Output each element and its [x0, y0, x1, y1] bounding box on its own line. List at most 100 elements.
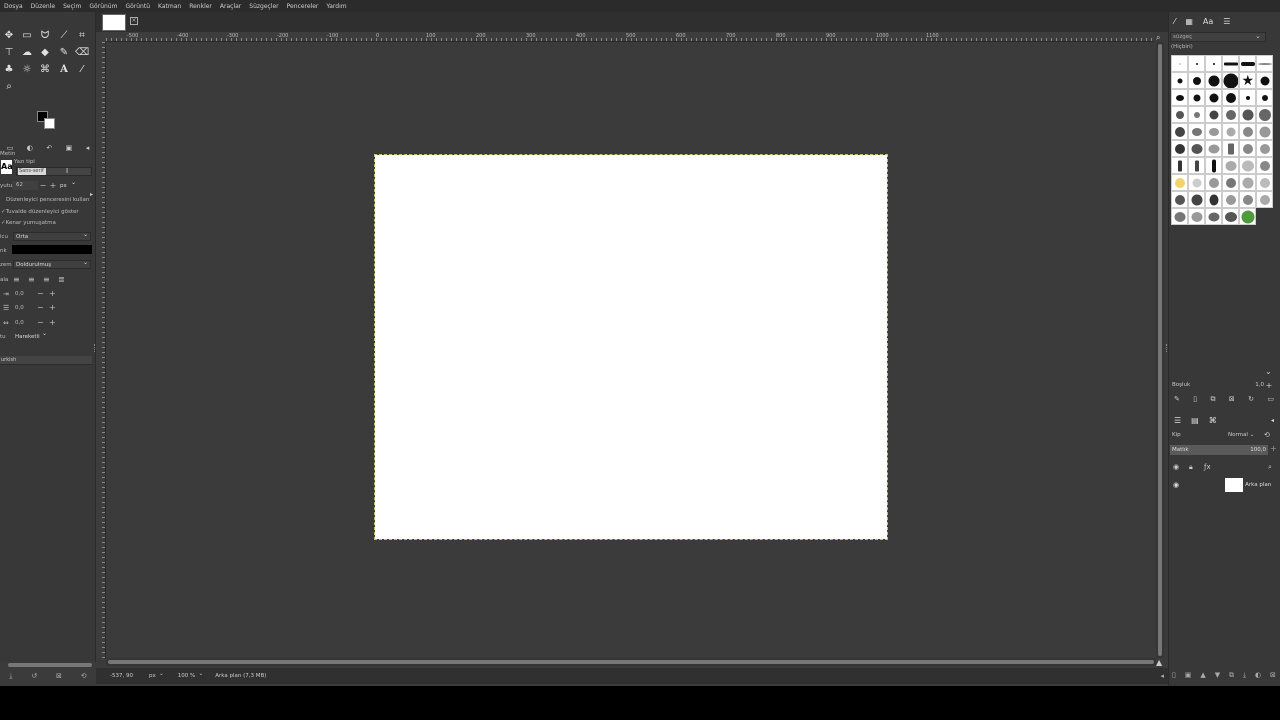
warp-tool-icon[interactable]: ☁ — [20, 46, 34, 60]
horizontal-scroll-thumb[interactable] — [108, 660, 1154, 664]
brush-item[interactable] — [1222, 174, 1239, 191]
vertical-scroll-thumb[interactable] — [1158, 44, 1162, 656]
smudge-tool-icon[interactable]: ☼ — [20, 63, 34, 77]
brush-item[interactable] — [1256, 174, 1273, 191]
mask-icon[interactable]: ◐ — [1255, 671, 1261, 683]
brush-item[interactable] — [1239, 89, 1256, 106]
brush-item[interactable] — [1188, 208, 1205, 225]
brush-item[interactable] — [1205, 55, 1222, 72]
duplicate-layer-icon[interactable]: ⧉ — [1229, 671, 1234, 683]
brush-item[interactable] — [1222, 140, 1239, 157]
opacity-slider[interactable]: Matlık 100,0 — [1170, 445, 1268, 455]
brush-item[interactable] — [1239, 106, 1256, 123]
new-group-icon[interactable]: ▣ — [1185, 671, 1192, 683]
configure-tab-icon[interactable]: ◂ — [1271, 417, 1274, 424]
brush-item[interactable] — [1256, 123, 1273, 140]
fonts-tab-icon[interactable]: Aa — [1203, 17, 1213, 26]
brush-item[interactable] — [1256, 157, 1273, 174]
menu-layer[interactable]: Katman — [158, 3, 181, 10]
align-left-icon[interactable]: ≡ — [13, 275, 28, 284]
paintbrush-tool-icon[interactable]: ✎ — [57, 46, 71, 60]
letter-spacing-input[interactable]: 0,0 — [15, 320, 37, 326]
delete-layer-icon[interactable]: ⊠ — [1270, 671, 1276, 683]
save-preset-icon[interactable]: ⤓ — [9, 672, 12, 681]
layer-row[interactable]: ◉ Arka plan — [1170, 477, 1278, 493]
chevron-down-icon[interactable]: ⌄ — [1255, 32, 1261, 40]
line-spacing-increase-icon[interactable]: + — [49, 303, 61, 312]
zoom-tool-icon[interactable]: ⌕ — [2, 80, 16, 94]
brush-item[interactable] — [1222, 208, 1239, 225]
patterns-tab-icon[interactable]: ▦ — [1185, 17, 1193, 26]
size-unit-select[interactable]: px — [58, 179, 78, 190]
edit-brush-icon[interactable]: ✎ — [1174, 395, 1180, 407]
layer-name[interactable]: Arka plan — [1245, 482, 1271, 488]
brush-item[interactable] — [1222, 89, 1239, 106]
indent-input[interactable]: 0,0 — [15, 291, 37, 297]
duplicate-brush-icon[interactable]: ⧉ — [1210, 395, 1215, 407]
color-picker-tool-icon[interactable]: ⁄ — [75, 63, 89, 77]
brush-item[interactable] — [1171, 89, 1188, 106]
brush-item[interactable] — [1239, 123, 1256, 140]
brush-filter-input[interactable]: süzgeç — [1170, 32, 1266, 42]
unit-select[interactable]: px — [149, 671, 164, 679]
lower-layer-icon[interactable]: ▼ — [1215, 671, 1220, 683]
brush-item[interactable] — [1256, 191, 1273, 208]
bucket-fill-tool-icon[interactable]: ◆ — [38, 46, 52, 60]
brush-item[interactable] — [1188, 174, 1205, 191]
brush-item[interactable] — [1171, 55, 1188, 72]
menu-help[interactable]: Yardım — [326, 3, 346, 10]
brush-item[interactable] — [1239, 55, 1256, 72]
brush-item[interactable] — [1188, 55, 1205, 72]
menu-image[interactable]: Görüntü — [125, 3, 150, 10]
lasso-tool-icon[interactable]: ᗢ — [38, 29, 52, 43]
image-tab-thumbnail[interactable] — [102, 14, 126, 31]
chevron-down-icon[interactable]: ⌄ — [1265, 367, 1272, 376]
channels-tab-icon[interactable]: ▤ — [1191, 416, 1199, 425]
brush-item[interactable] — [1222, 157, 1239, 174]
font-preview-icon[interactable]: Aa — [1, 160, 13, 174]
justify-select[interactable]: Doldurulmuş — [13, 259, 91, 269]
align-center-icon[interactable]: ≡ — [43, 275, 58, 284]
merge-layer-icon[interactable]: ⤓ — [1243, 671, 1246, 683]
fuzzy-select-tool-icon[interactable]: ⟋ — [57, 29, 71, 43]
search-icon[interactable]: ⌕ — [1268, 463, 1272, 472]
move-tool-icon[interactable]: ✥ — [2, 29, 16, 43]
right-panel-resize-handle[interactable] — [1166, 344, 1168, 352]
brush-item[interactable] — [1171, 140, 1188, 157]
delete-preset-icon[interactable]: ⊠ — [56, 672, 62, 680]
brush-item[interactable] — [1171, 191, 1188, 208]
size-input[interactable]: 62 — [12, 181, 38, 190]
brush-item[interactable] — [1239, 157, 1256, 174]
language-input[interactable]: urkish — [0, 356, 92, 365]
spacing-increase-icon[interactable]: + — [1264, 381, 1274, 390]
brush-item[interactable] — [1239, 174, 1256, 191]
brush-item[interactable] — [1171, 106, 1188, 123]
clone-tool-icon[interactable]: ♣ — [2, 63, 16, 77]
text-color-button[interactable] — [12, 245, 92, 254]
raise-layer-icon[interactable]: ▲ — [1200, 671, 1205, 683]
letter-spacing-decrease-icon[interactable]: − — [37, 318, 49, 327]
image-canvas[interactable] — [374, 154, 888, 540]
brush-item[interactable] — [1222, 55, 1239, 72]
brush-item[interactable] — [1171, 123, 1188, 140]
brush-item[interactable] — [1239, 191, 1256, 208]
delete-brush-icon[interactable]: ⊠ — [1229, 395, 1235, 407]
document-history-tab-icon[interactable]: ☰ — [1223, 17, 1230, 26]
show-on-canvas-checkbox[interactable]: ✓ Tuvalde düzenleyici göster — [0, 206, 96, 217]
menu-file[interactable]: Dosya — [4, 3, 23, 10]
size-increase-icon[interactable]: + — [48, 181, 58, 190]
spacing-value[interactable]: 1,0 — [1248, 382, 1264, 388]
text-tool-icon[interactable]: A — [57, 63, 71, 77]
visibility-icon[interactable]: ◉ — [1173, 463, 1179, 471]
brush-item[interactable] — [1222, 72, 1239, 89]
opacity-increase-icon[interactable]: + — [1270, 444, 1277, 453]
brush-item[interactable] — [1256, 55, 1273, 72]
left-panel-scrollbar[interactable] — [8, 663, 92, 667]
size-decrease-icon[interactable]: − — [38, 181, 48, 190]
brush-item[interactable] — [1171, 157, 1188, 174]
brush-item[interactable] — [1171, 72, 1188, 89]
line-spacing-decrease-icon[interactable]: − — [37, 303, 49, 312]
use-editor-checkbox[interactable]: Düzenleyici penceresini kullan — [0, 194, 96, 205]
brush-item[interactable] — [1256, 89, 1273, 106]
menu-view[interactable]: Görünüm — [89, 3, 117, 10]
